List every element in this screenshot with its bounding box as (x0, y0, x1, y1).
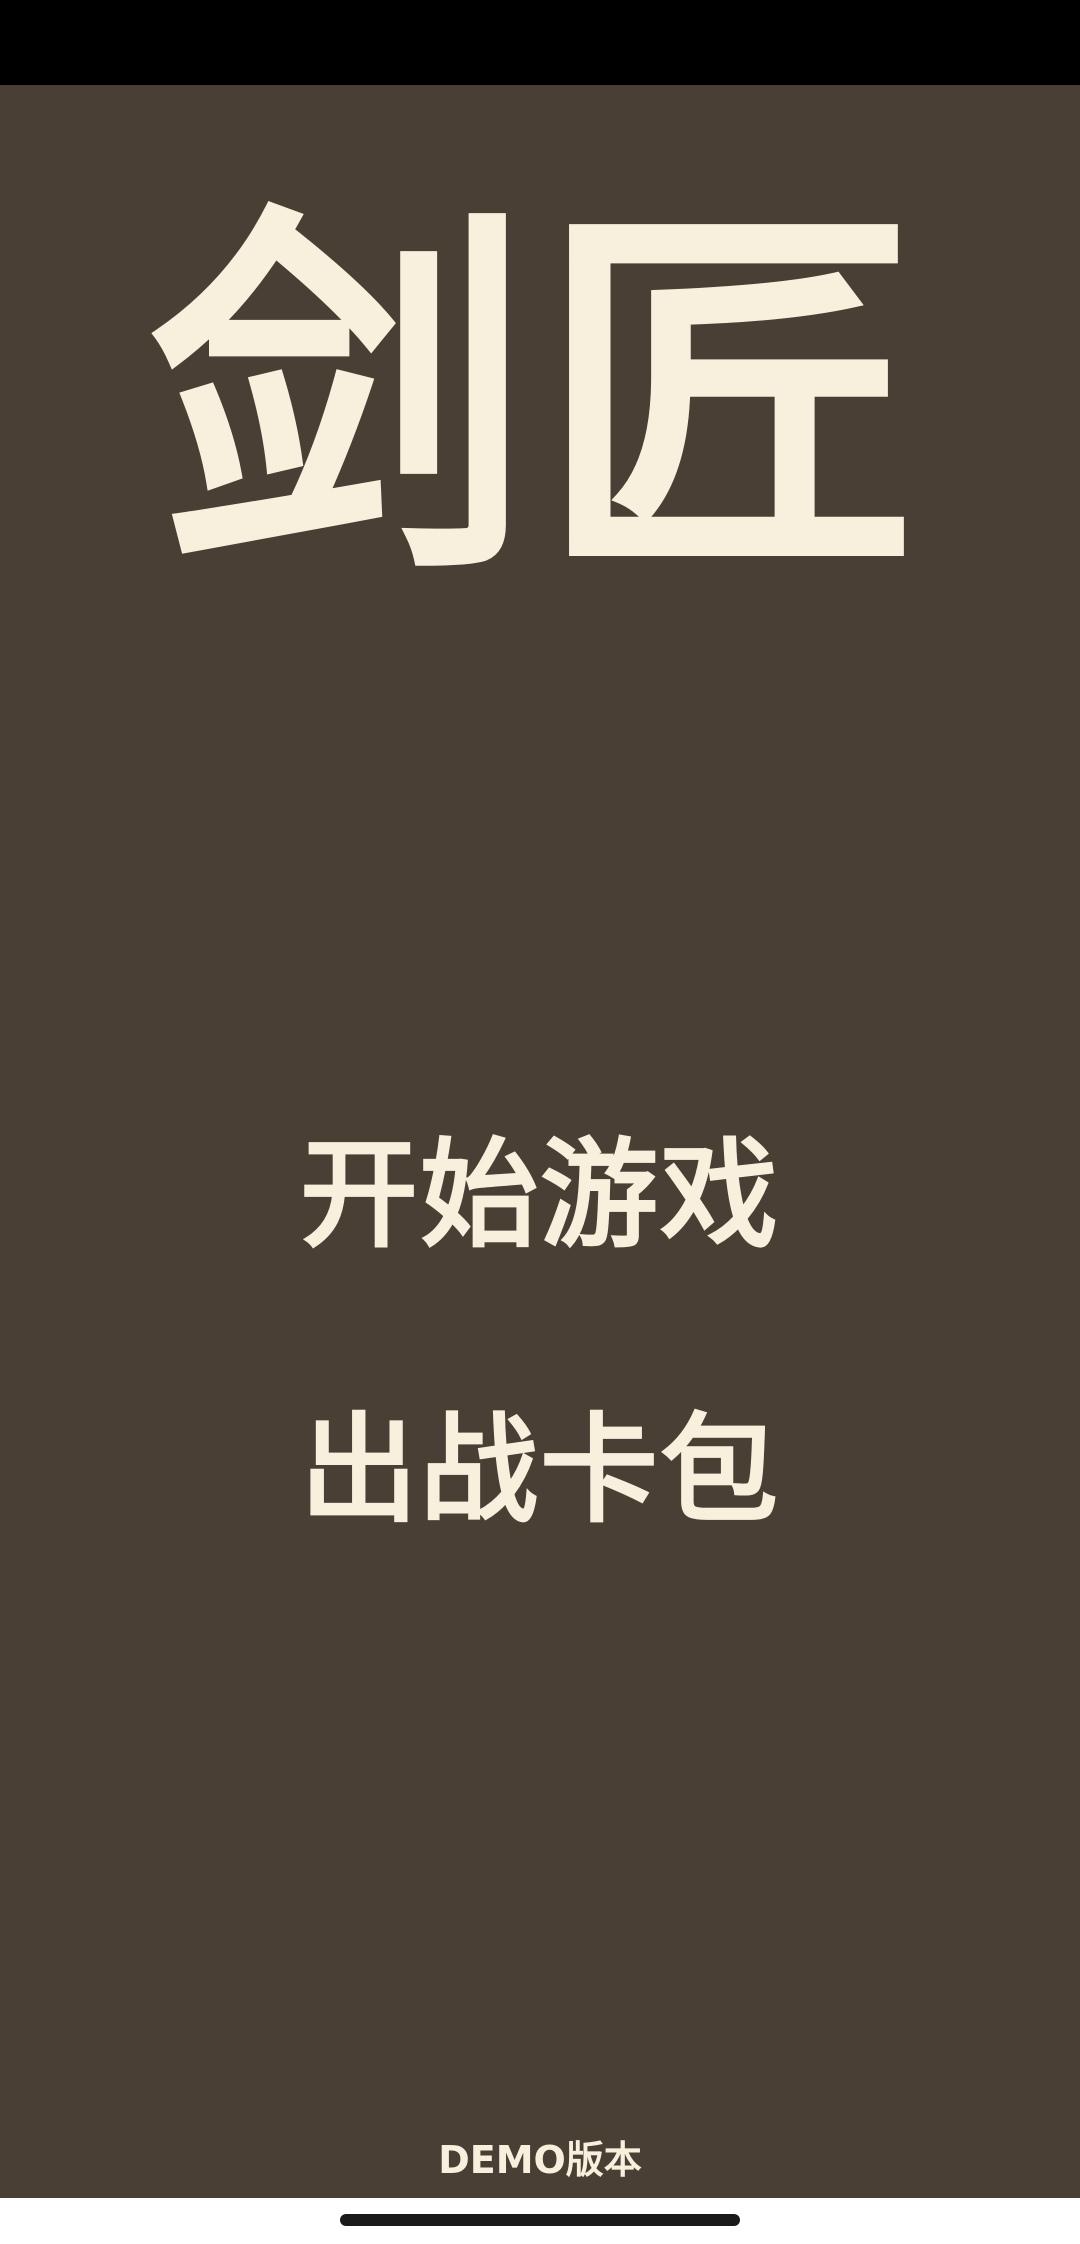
battle-deck-button[interactable]: 出战卡包 (0, 1390, 1080, 1550)
version-label: DEMO版本 (438, 2138, 642, 2182)
home-indicator[interactable] (340, 2214, 740, 2226)
status-bar (0, 0, 1080, 85)
watermark-logo (932, 2210, 1072, 2244)
app-screen: 剑匠 开始游戏 出战卡包 DEMO版本 (0, 0, 1080, 2244)
game-title: 剑匠 (150, 178, 930, 621)
start-game-button[interactable]: 开始游戏 (0, 1115, 1080, 1275)
navigation-bar (0, 2198, 1080, 2244)
